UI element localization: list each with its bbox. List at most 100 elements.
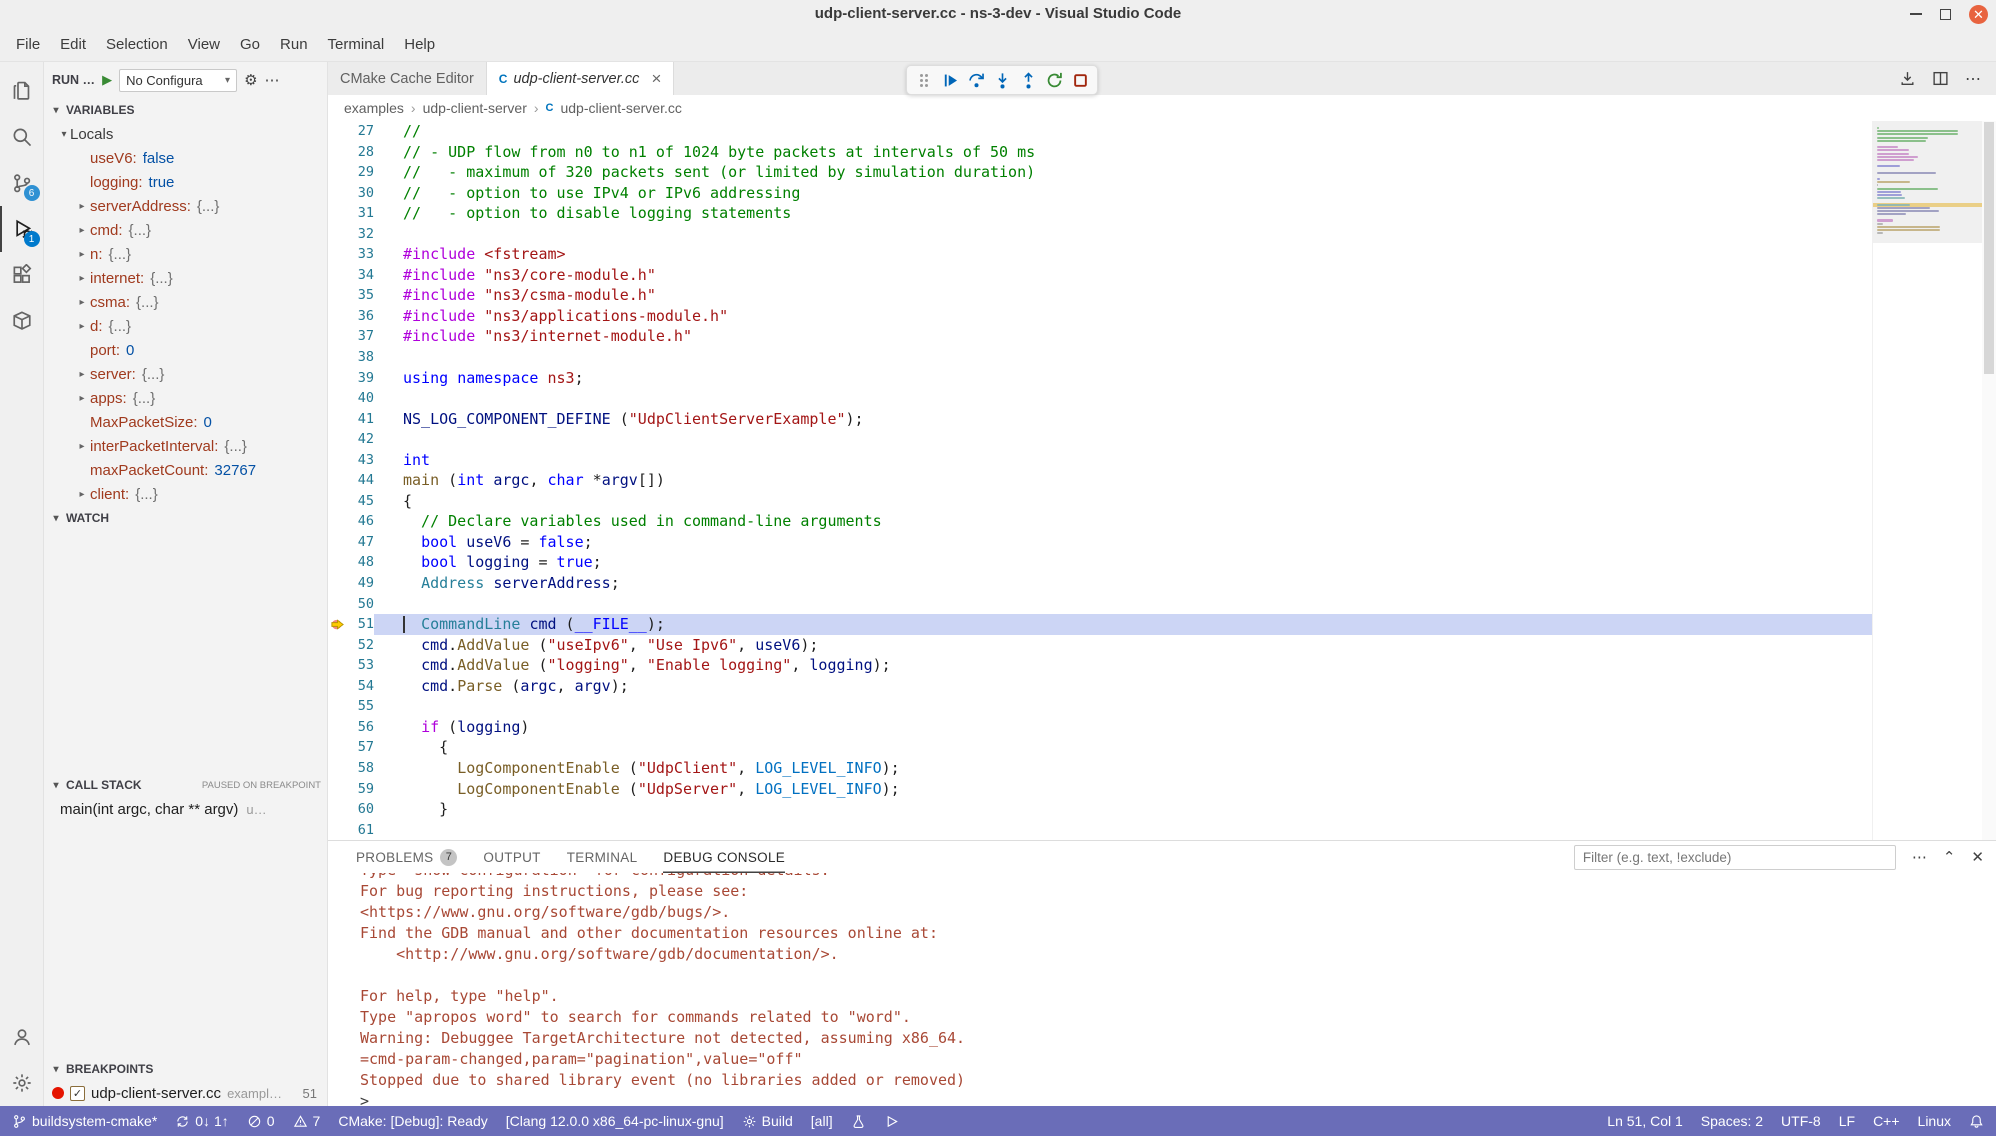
menu-terminal[interactable]: Terminal	[318, 32, 395, 58]
code-line-27[interactable]: 27//	[328, 121, 1996, 142]
variable-row[interactable]: MaxPacketSize:0	[44, 410, 327, 434]
menu-help[interactable]: Help	[394, 32, 445, 58]
code-line-50[interactable]: 50	[328, 594, 1996, 615]
code-line-40[interactable]: 40	[328, 388, 1996, 409]
code-line-30[interactable]: 30// - option to use IPv4 or IPv6 addres…	[328, 183, 1996, 204]
console-filter-input[interactable]	[1574, 845, 1896, 870]
code-editor[interactable]: 27//28// - UDP flow from n0 to n1 of 102…	[328, 121, 1996, 840]
status-encoding[interactable]: UTF-8	[1781, 1113, 1821, 1129]
code-line-39[interactable]: 39using namespace ns3;	[328, 368, 1996, 389]
more-actions-icon[interactable]: ⋯	[1965, 69, 1982, 89]
panel-tab-terminal[interactable]: TERMINAL	[567, 841, 638, 873]
step-into-icon[interactable]	[989, 67, 1015, 93]
code-line-47[interactable]: 47 bool useV6 = false;	[328, 532, 1996, 553]
variable-row[interactable]: useV6:false	[44, 146, 327, 170]
code-line-38[interactable]: 38	[328, 347, 1996, 368]
code-line-61[interactable]: 61	[328, 820, 1996, 840]
status-notifications[interactable]	[1969, 1114, 1984, 1129]
extensions-icon[interactable]	[0, 252, 44, 298]
step-out-icon[interactable]	[1015, 67, 1041, 93]
debug-configuration-dropdown[interactable]: No Configura ▾	[119, 69, 237, 92]
variable-row[interactable]: logging:true	[44, 170, 327, 194]
variable-row[interactable]: ▸internet:{...}	[44, 266, 327, 290]
close-button[interactable]: ✕	[1969, 5, 1988, 24]
status-indentation[interactable]: Spaces: 2	[1701, 1113, 1763, 1129]
call-stack-section-header[interactable]: ▾ CALL STACK PAUSED ON BREAKPOINT	[44, 773, 327, 797]
code-line-58[interactable]: 58 LogComponentEnable ("UdpClient", LOG_…	[328, 758, 1996, 779]
scope-locals[interactable]: ▾ Locals	[44, 122, 327, 146]
split-editor-icon[interactable]	[1932, 70, 1949, 87]
code-line-42[interactable]: 42	[328, 429, 1996, 450]
editor-scrollbar[interactable]	[1982, 121, 1996, 840]
code-line-48[interactable]: 48 bool logging = true;	[328, 552, 1996, 573]
status-cmake-launch[interactable]	[884, 1114, 899, 1129]
status-remote-os[interactable]: Linux	[1918, 1113, 1951, 1129]
explorer-icon[interactable]	[0, 68, 44, 114]
scrollbar-thumb[interactable]	[1984, 122, 1994, 374]
code-line-51[interactable]: 51 CommandLine cmd (__FILE__);	[328, 614, 1996, 635]
restart-icon[interactable]	[1041, 67, 1067, 93]
code-line-46[interactable]: 46 // Declare variables used in command-…	[328, 511, 1996, 532]
variable-row[interactable]: ▸cmd:{...}	[44, 218, 327, 242]
call-stack-frame[interactable]: main(int argc, char ** argv) u…	[44, 797, 327, 821]
variable-row[interactable]: ▸server:{...}	[44, 362, 327, 386]
code-line-54[interactable]: 54 cmd.Parse (argc, argv);	[328, 676, 1996, 697]
code-line-41[interactable]: 41NS_LOG_COMPONENT_DEFINE ("UdpClientSer…	[328, 409, 1996, 430]
code-line-57[interactable]: 57 {	[328, 737, 1996, 758]
watch-section-header[interactable]: ▾ WATCH	[44, 506, 327, 530]
console-prompt[interactable]: >	[360, 1091, 1996, 1106]
download-icon[interactable]	[1899, 70, 1916, 87]
status-eol[interactable]: LF	[1839, 1113, 1855, 1129]
minimize-button[interactable]	[1910, 13, 1922, 15]
code-line-44[interactable]: 44main (int argc, char *argv[])	[328, 470, 1996, 491]
close-icon[interactable]: ×	[651, 70, 661, 87]
variable-row[interactable]: ▸apps:{...}	[44, 386, 327, 410]
status-git-sync[interactable]: 0↓ 1↑	[175, 1113, 228, 1129]
panel-tab-debug-console[interactable]: DEBUG CONSOLE	[663, 841, 785, 873]
status-cmake-test[interactable]	[851, 1114, 866, 1129]
code-line-43[interactable]: 43int	[328, 450, 1996, 471]
continue-icon[interactable]	[937, 67, 963, 93]
code-line-31[interactable]: 31// - option to disable logging stateme…	[328, 203, 1996, 224]
panel-tab-problems[interactable]: PROBLEMS7	[356, 841, 457, 873]
status-warnings[interactable]: 7	[293, 1113, 321, 1129]
source-control-icon[interactable]: 6	[0, 160, 44, 206]
code-line-29[interactable]: 29// - maximum of 320 packets sent (or l…	[328, 162, 1996, 183]
code-line-45[interactable]: 45{	[328, 491, 1996, 512]
breadcrumb-item[interactable]: udp-client-server	[423, 100, 527, 116]
breakpoint-row[interactable]: ✓ udp-client-server.cc exampl… 51	[44, 1081, 327, 1105]
panel-maximize-chevron-icon[interactable]: ⌃	[1943, 848, 1956, 866]
code-line-52[interactable]: 52 cmd.AddValue ("useIpv6", "Use Ipv6", …	[328, 635, 1996, 656]
status-cmake-status[interactable]: CMake: [Debug]: Ready	[338, 1113, 487, 1129]
more-actions-icon[interactable]: ⋯	[1912, 848, 1927, 866]
variable-row[interactable]: ▸d:{...}	[44, 314, 327, 338]
variable-row[interactable]: ▸client:{...}	[44, 482, 327, 506]
breadcrumb-item[interactable]: examples	[344, 100, 404, 116]
search-icon[interactable]	[0, 114, 44, 160]
status-cursor-position[interactable]: Ln 51, Col 1	[1607, 1113, 1683, 1129]
code-line-33[interactable]: 33#include <fstream>	[328, 244, 1996, 265]
code-line-49[interactable]: 49 Address serverAddress;	[328, 573, 1996, 594]
code-line-37[interactable]: 37#include "ns3/internet-module.h"	[328, 326, 1996, 347]
tab-udp-client-server-cc[interactable]: Cudp-client-server.cc×	[487, 62, 675, 95]
status-language-mode[interactable]: C++	[1873, 1113, 1899, 1129]
code-line-28[interactable]: 28// - UDP flow from n0 to n1 of 1024 by…	[328, 142, 1996, 163]
breakpoint-checkbox[interactable]: ✓	[70, 1086, 85, 1101]
menu-run[interactable]: Run	[270, 32, 318, 58]
code-line-32[interactable]: 32	[328, 224, 1996, 245]
status-cmake-kit-selection[interactable]: [Clang 12.0.0 x86_64-pc-linux-gnu]	[506, 1113, 724, 1129]
stop-icon[interactable]	[1067, 67, 1093, 93]
menu-selection[interactable]: Selection	[96, 32, 178, 58]
debug-console[interactable]: Type "show configuration" for configurat…	[328, 873, 1996, 1106]
breakpoints-section-header[interactable]: ▾ BREAKPOINTS	[44, 1057, 327, 1081]
code-line-35[interactable]: 35#include "ns3/csma-module.h"	[328, 285, 1996, 306]
code-line-59[interactable]: 59 LogComponentEnable ("UdpServer", LOG_…	[328, 779, 1996, 800]
code-line-56[interactable]: 56 if (logging)	[328, 717, 1996, 738]
variable-row[interactable]: ▸interPacketInterval:{...}	[44, 434, 327, 458]
menu-file[interactable]: File	[6, 32, 50, 58]
breadcrumb-item[interactable]: udp-client-server.cc	[560, 100, 681, 116]
toolbar-drag-handle[interactable]	[911, 67, 937, 93]
status-cmake-build[interactable]: Build	[742, 1113, 793, 1129]
menu-view[interactable]: View	[178, 32, 230, 58]
status-cmake-kit[interactable]: buildsystem-cmake*	[12, 1113, 157, 1129]
